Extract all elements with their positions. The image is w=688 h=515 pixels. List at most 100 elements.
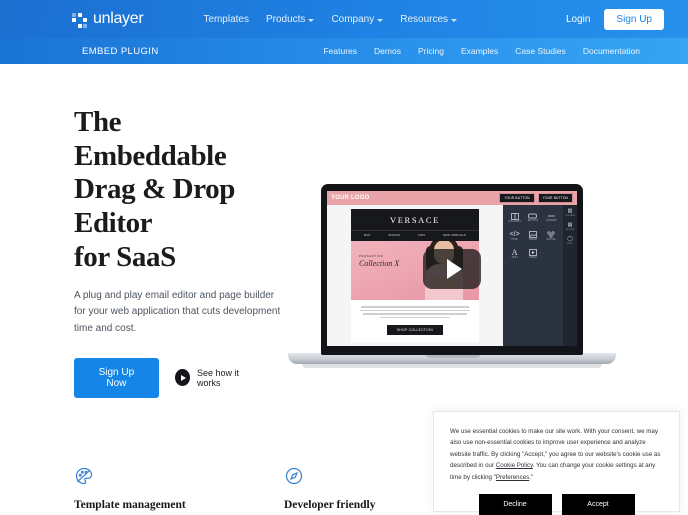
cookie-text-part-3: .": [529, 473, 534, 481]
subnav-item-features[interactable]: Features: [323, 46, 357, 56]
tool-social[interactable]: SOCIAL: [543, 227, 560, 244]
top-navigation-bar: unlayer Templates Products Company Resou…: [0, 0, 688, 38]
editor-logo-placeholder: YOUR LOGO: [331, 195, 370, 201]
editor-header-button-1[interactable]: YOUR BUTTON: [499, 193, 535, 203]
nav-item-label: Company: [331, 13, 375, 25]
content-icon: ▥: [567, 208, 573, 214]
editor-header-button-2[interactable]: YOUR BUTTON: [537, 193, 573, 203]
email-menu-item: MAN: [363, 234, 371, 237]
tool-button[interactable]: BUTTON: [524, 209, 541, 226]
laptop-foot: [302, 364, 602, 368]
tool-label: VIDEO: [529, 256, 537, 259]
nav-account-actions: Login Sign Up: [566, 8, 664, 30]
image-icon: [529, 230, 537, 238]
editor-header-bar: YOUR LOGO YOUR BUTTON YOUR BUTTON: [327, 191, 577, 205]
email-nav-menu: MAN WOMAN KIDS NEW ARRIVALS: [351, 230, 479, 241]
editor-header-buttons: YOUR BUTTON YOUR BUTTON: [499, 193, 573, 203]
see-how-it-works-link[interactable]: See how it works: [174, 367, 258, 388]
body-icon: ◯: [567, 236, 573, 242]
cookie-preferences-link[interactable]: Preferences: [496, 474, 529, 481]
subnav-links: Features Demos Pricing Examples Case Stu…: [323, 46, 664, 56]
sign-up-now-button[interactable]: Sign Up Now: [74, 357, 159, 398]
tool-text[interactable]: A TEXT: [506, 245, 523, 262]
video-icon: [529, 248, 537, 256]
chevron-down-icon: [377, 18, 384, 22]
tool-label: SOCIAL: [546, 238, 556, 241]
brand-logo[interactable]: unlayer: [72, 10, 144, 28]
cookie-policy-link[interactable]: Cookie Policy: [496, 462, 533, 469]
subnav-item-demos[interactable]: Demos: [374, 46, 401, 56]
nav-item-label: Templates: [203, 13, 249, 25]
social-icon: [547, 230, 555, 238]
tool-label: BUTTON: [527, 220, 539, 222]
nav-item-products[interactable]: Products: [265, 13, 315, 25]
tool-columns[interactable]: COLUMNS: [506, 209, 523, 226]
editor-side-rail: ▥ CONTENT ▤ BLOCKS ◯ BODY: [563, 205, 577, 346]
see-how-it-works-label: See how it works: [197, 367, 240, 388]
hero-copy: The Embeddable Drag & Drop Editor for Sa…: [0, 106, 280, 398]
email-hero-kicker: PRESENTING: [359, 255, 384, 258]
email-menu-item: KIDS: [418, 234, 426, 237]
editor-screen: YOUR LOGO YOUR BUTTON YOUR BUTTON VERSAC…: [327, 191, 577, 346]
nav-item-company[interactable]: Company: [331, 13, 384, 25]
tool-label: TEXT: [511, 256, 518, 259]
tool-video[interactable]: VIDEO: [524, 245, 541, 262]
columns-icon: [510, 212, 519, 220]
chevron-down-icon: [308, 18, 315, 22]
email-hero-collection: Collection X: [359, 259, 400, 268]
hero-subtitle: A plug and play email editor and page bu…: [74, 290, 281, 334]
nav-item-templates[interactable]: Templates: [203, 14, 249, 25]
rail-item-content[interactable]: ▥ CONTENT: [565, 208, 575, 218]
subnav-item-examples[interactable]: Examples: [461, 46, 498, 56]
tool-label: COLUMNS: [508, 220, 521, 223]
palette-icon: [74, 466, 257, 490]
subnav-item-case-studies[interactable]: Case Studies: [515, 46, 566, 56]
blocks-icon: ▤: [567, 222, 573, 228]
nav-item-resources[interactable]: Resources: [400, 13, 458, 25]
tool-html[interactable]: </> HTML: [506, 227, 523, 244]
rail-item-blocks[interactable]: ▤ BLOCKS: [566, 222, 574, 232]
product-screenshot-laptop: YOUR LOGO YOUR BUTTON YOUR BUTTON VERSAC…: [288, 182, 618, 377]
code-icon: </>: [509, 230, 520, 238]
subnav-item-pricing[interactable]: Pricing: [418, 46, 444, 56]
signup-button[interactable]: Sign Up: [604, 8, 664, 30]
cookie-consent-banner: We use essential cookies to make our sit…: [433, 411, 680, 515]
subnav-item-documentation[interactable]: Documentation: [583, 46, 640, 56]
login-link[interactable]: Login: [566, 14, 590, 25]
feature-template-management: Template management Templates are pre-bu…: [74, 466, 257, 515]
rail-item-body[interactable]: ◯ BODY: [567, 236, 573, 246]
subnav-title: EMBED PLUGIN: [82, 45, 159, 57]
email-brand-title: VERSACE: [351, 209, 479, 230]
email-menu-item: NEW ARRIVALS: [443, 234, 467, 237]
video-play-icon[interactable]: [423, 248, 481, 289]
tool-label: HTML: [511, 238, 519, 241]
page-title: The Embeddable Drag & Drop Editor for Sa…: [74, 106, 258, 274]
tool-divider[interactable]: DIVIDER: [543, 209, 560, 226]
rail-label: BODY: [567, 243, 573, 245]
nav-item-label: Products: [265, 13, 306, 25]
divider-icon: [547, 213, 556, 219]
chevron-down-icon: [451, 18, 458, 22]
play-icon: [174, 369, 191, 387]
editor-tools-panel: COLUMNS BUTTON DIVIDER </> HTML IMAGE SO…: [503, 205, 563, 346]
hero-title-line-1: The Embeddable: [74, 106, 227, 172]
cookie-consent-text: We use essential cookies to make our sit…: [450, 426, 663, 483]
hero-actions: Sign Up Now See how it works: [74, 357, 258, 398]
email-menu-item: WOMAN: [388, 234, 401, 237]
tool-label: IMAGE: [528, 238, 538, 241]
nav-item-label: Resources: [400, 13, 449, 25]
hero-section: The Embeddable Drag & Drop Editor for Sa…: [0, 64, 688, 398]
email-cta-button[interactable]: SHOP COLLECTION: [386, 325, 444, 335]
rail-label: CONTENT: [565, 215, 575, 217]
text-icon: A: [511, 247, 518, 257]
laptop-lid: YOUR LOGO YOUR BUTTON YOUR BUTTON VERSAC…: [321, 184, 583, 355]
hero-title-line-2: Drag & Drop Editor: [74, 173, 235, 239]
grid-logo-icon: [72, 12, 87, 28]
brand-name: unlayer: [93, 10, 144, 27]
button-icon: [528, 213, 538, 219]
email-body-text: [351, 300, 479, 320]
tool-image[interactable]: IMAGE: [524, 227, 541, 244]
primary-nav-links: Templates Products Company Resources: [203, 13, 458, 25]
tool-label: DIVIDER: [546, 220, 557, 222]
email-hero-text: PRESENTING Collection X: [359, 255, 399, 268]
